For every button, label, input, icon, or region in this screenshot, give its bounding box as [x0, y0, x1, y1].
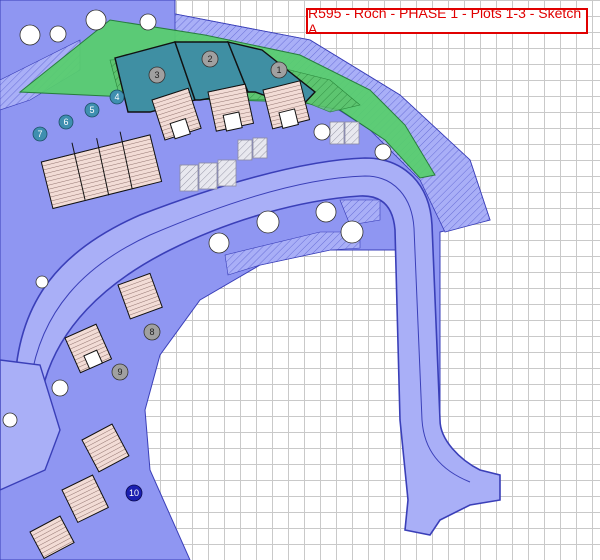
drawing-title: R595 - Roch - PHASE 1 - Plots 1-3 - Sket… [306, 5, 588, 37]
plot-label-3: 3 [154, 70, 159, 80]
site-plan-canvas: 1 2 3 4 5 6 7 8 9 10 R595 - Roch - PHASE… [0, 0, 600, 560]
plot-label-1: 1 [276, 65, 281, 75]
plot-label-8: 8 [149, 327, 154, 337]
plot-label-2: 2 [207, 54, 212, 64]
plot-label-4: 4 [114, 92, 119, 102]
plot-label-6: 6 [63, 117, 68, 127]
plot-label-7: 7 [37, 129, 42, 139]
plot-label-5: 5 [89, 105, 94, 115]
plot-label-9: 9 [117, 367, 122, 377]
site-plan-drawing: 1 2 3 4 5 6 7 8 9 10 [0, 0, 501, 560]
plot-label-10: 10 [129, 488, 139, 498]
